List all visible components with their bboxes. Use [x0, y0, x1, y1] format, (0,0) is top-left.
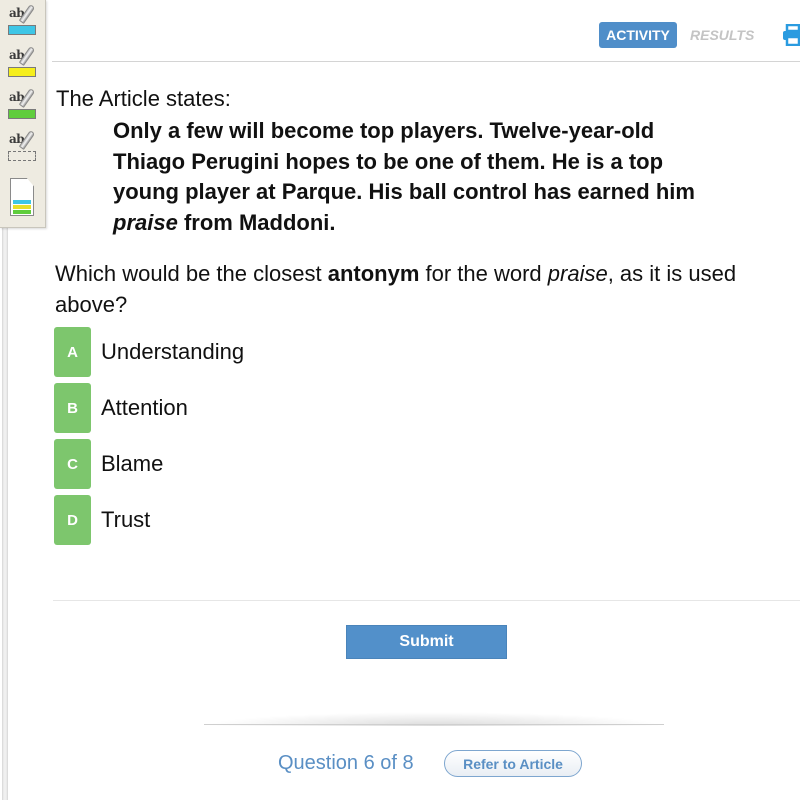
answer-option-a[interactable]: A Understanding — [54, 327, 244, 377]
passage-intro: The Article states: — [56, 86, 231, 111]
option-letter[interactable]: B — [54, 383, 91, 433]
highlighter-toolbar: ab ab ab ab — [0, 0, 46, 228]
option-text[interactable]: Understanding — [101, 339, 244, 365]
footer-divider — [204, 724, 664, 725]
highlight-summary-button[interactable] — [10, 178, 34, 218]
question-target-word: praise — [547, 261, 608, 286]
question-text: Which would be the closest — [55, 261, 328, 286]
highlighter-blue-icon — [8, 25, 36, 35]
highlighter-yellow-button[interactable]: ab — [7, 46, 37, 82]
passage-line: Thiago Perugini hopes to be one of them.… — [113, 148, 664, 174]
printer-icon[interactable] — [782, 24, 800, 46]
passage-line: from Maddoni. — [177, 209, 336, 235]
question-counter: Question 6 of 8 — [278, 752, 414, 774]
tab-results[interactable]: RESULTS — [690, 22, 754, 48]
submit-button[interactable]: Submit — [346, 625, 507, 659]
tab-activity[interactable]: ACTIVITY — [599, 22, 677, 48]
left-scrollbar[interactable] — [2, 228, 8, 800]
refer-to-article-button[interactable]: Refer to Article — [444, 750, 582, 777]
blue-stripe — [13, 200, 31, 204]
highlighter-eraser-button[interactable]: ab — [7, 130, 37, 166]
passage-quote: Only a few will become top players. Twel… — [113, 116, 800, 238]
passage-emphasized-word: praise — [113, 209, 178, 235]
answer-option-b[interactable]: B Attention — [54, 383, 188, 433]
question-prompt: Which would be the closest antonym for t… — [55, 258, 800, 320]
options-divider — [53, 600, 800, 601]
highlighter-green-button[interactable]: ab — [7, 88, 37, 124]
green-stripe — [13, 210, 31, 214]
header-divider — [52, 61, 800, 62]
highlighter-green-icon — [8, 109, 36, 119]
highlighter-yellow-icon — [8, 67, 36, 77]
answer-option-c[interactable]: C Blame — [54, 439, 163, 489]
question-text: for the word — [419, 261, 548, 286]
option-text[interactable]: Attention — [101, 395, 188, 421]
answer-option-d[interactable]: D Trust — [54, 495, 150, 545]
option-letter[interactable]: D — [54, 495, 91, 545]
yellow-stripe — [13, 205, 31, 209]
option-letter[interactable]: A — [54, 327, 91, 377]
option-letter[interactable]: C — [54, 439, 91, 489]
highlighter-eraser-icon — [8, 151, 36, 161]
question-keyword: antonym — [327, 261, 420, 286]
passage-line: young player at Parque. His ball control… — [113, 179, 695, 204]
option-text[interactable]: Blame — [101, 451, 163, 477]
option-text[interactable]: Trust — [101, 507, 150, 533]
highlighter-blue-button[interactable]: ab — [7, 4, 37, 40]
passage-line: Only a few will become top players. Twel… — [113, 118, 655, 143]
